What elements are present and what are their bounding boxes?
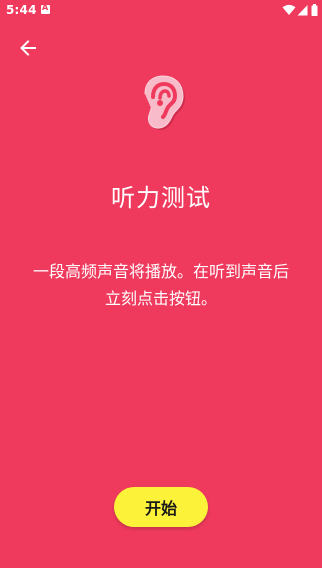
navigation-bar: [0, 568, 322, 572]
notification-icon: [41, 3, 50, 14]
instruction-text: 一段高频声音将播放。在听到声音后立刻点击按钮。: [32, 262, 289, 308]
wifi-icon: [282, 4, 296, 15]
status-bar: 5:44: [0, 0, 322, 24]
status-time: 5:44: [6, 3, 37, 17]
start-button[interactable]: 开始: [114, 487, 208, 527]
ear-icon: [144, 75, 185, 131]
arrow-back-icon: [20, 40, 36, 56]
signal-icon: [297, 5, 308, 16]
page-title: 听力测试: [111, 184, 211, 212]
back-button[interactable]: [12, 32, 44, 64]
hero-image: [133, 70, 189, 131]
battery-icon: [311, 4, 318, 16]
